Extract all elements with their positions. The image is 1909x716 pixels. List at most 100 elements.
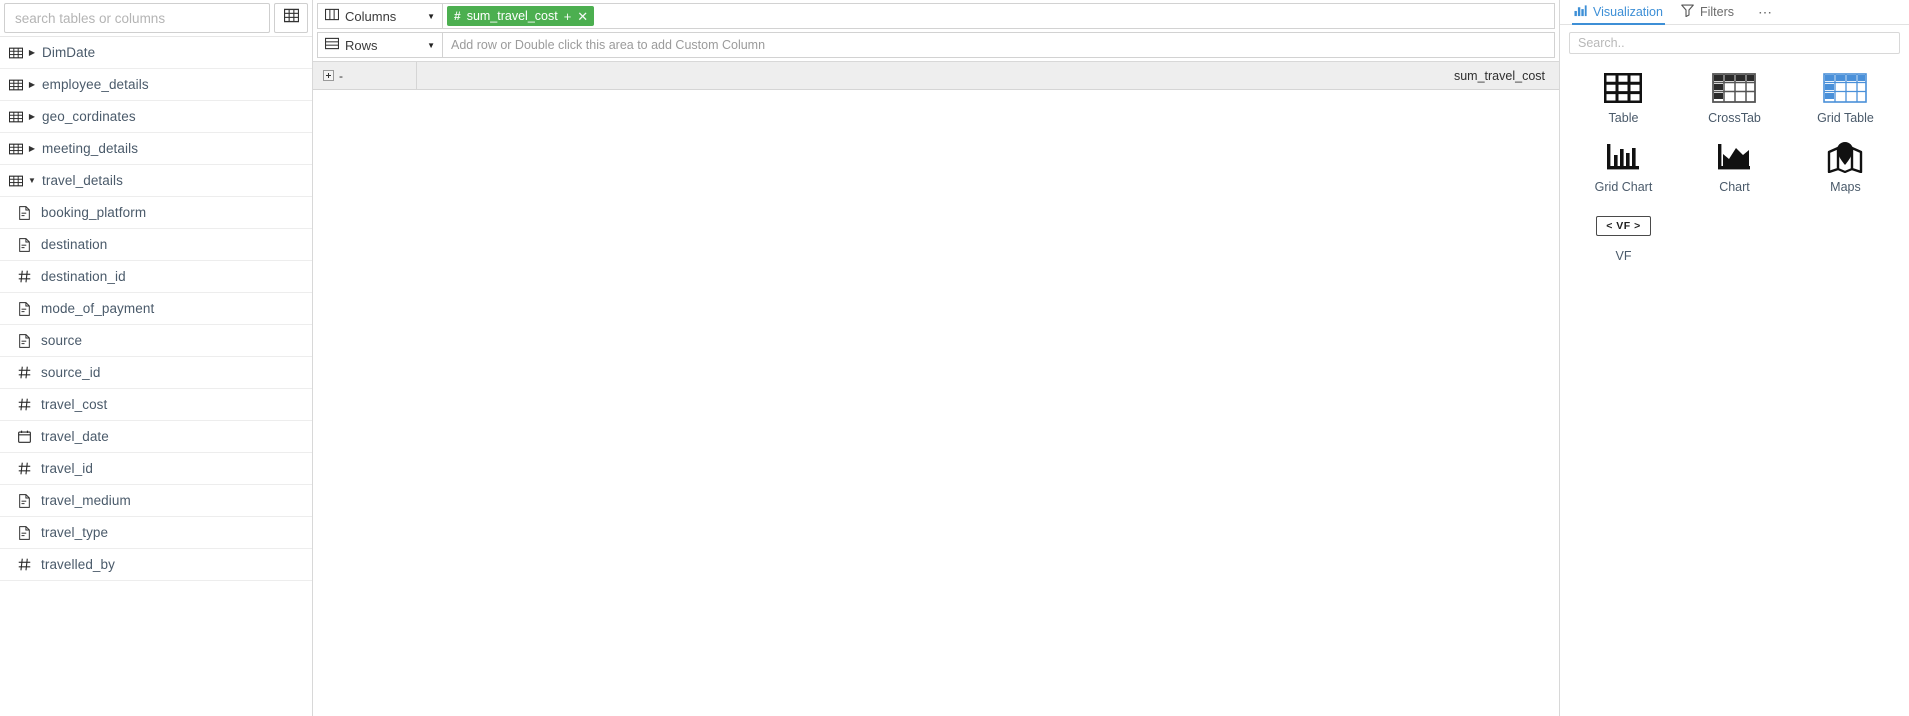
- search-input[interactable]: [15, 10, 259, 26]
- pivot-table-body[interactable]: [313, 90, 1559, 716]
- viz-option-crosstab[interactable]: CrossTab: [1679, 66, 1790, 135]
- tree-item-label: travel_medium: [41, 493, 131, 508]
- viz-option-label: Grid Table: [1817, 111, 1874, 125]
- chevron-down-icon[interactable]: ▼: [26, 176, 38, 185]
- document-icon: [16, 525, 32, 541]
- chip-label: sum_travel_cost: [466, 9, 558, 23]
- hash-icon: [16, 461, 32, 477]
- tree-item-label: travelled_by: [41, 557, 115, 572]
- pivot-table: - sum_travel_cost: [313, 61, 1559, 716]
- viz-option-label: VF: [1615, 249, 1632, 263]
- hash-icon: [16, 397, 32, 413]
- search-box[interactable]: [4, 3, 270, 33]
- tree-item-label: travel_details: [42, 173, 123, 188]
- table-icon: [8, 109, 24, 125]
- measure-chip-sum-travel-cost[interactable]: # sum_travel_cost + ✕: [447, 6, 595, 26]
- rows-shelf-label: Rows: [345, 37, 378, 53]
- columns-shelf-label: Columns: [345, 8, 397, 24]
- vf-icon: < VF >: [1596, 210, 1651, 242]
- tree-item-column[interactable]: destination_id: [0, 261, 312, 293]
- viz-option-chart[interactable]: Chart: [1679, 135, 1790, 204]
- grid-icon: [283, 8, 299, 28]
- viz-option-vf[interactable]: < VF > VF: [1568, 204, 1679, 273]
- tree-item-column[interactable]: source_id: [0, 357, 312, 389]
- tree-item-column[interactable]: mode_of_payment: [0, 293, 312, 325]
- columns-shelf-label-button[interactable]: Columns ▼: [317, 3, 442, 29]
- tree-item-column[interactable]: travel_id: [0, 453, 312, 485]
- tree-item-column[interactable]: booking_platform: [0, 197, 312, 229]
- viz-option-label: Chart: [1719, 180, 1750, 194]
- tree-item-column[interactable]: travel_type: [0, 517, 312, 549]
- chevron-right-icon[interactable]: ▶: [26, 112, 38, 121]
- viz-option-maps[interactable]: Maps: [1790, 135, 1901, 204]
- table-tree[interactable]: ▶ DimDate ▶ employee_details ▶ geo_cordi…: [0, 36, 312, 716]
- map-pin-icon: [1826, 141, 1864, 173]
- viz-option-label: CrossTab: [1708, 111, 1761, 125]
- tree-item-column[interactable]: destination: [0, 229, 312, 261]
- pivot-table-header: - sum_travel_cost: [313, 62, 1559, 90]
- right-panel-tabs: Visualization Filters ⋯: [1560, 0, 1909, 25]
- tree-item-table[interactable]: ▶ geo_cordinates: [0, 101, 312, 133]
- viz-option-grid-chart[interactable]: Grid Chart: [1568, 135, 1679, 204]
- tree-item-label: travel_date: [41, 429, 109, 444]
- document-icon: [16, 237, 32, 253]
- workspace-pane: Columns ▼ # sum_travel_cost + ✕ Rows ▼ A…: [313, 0, 1560, 716]
- pivot-corner-cell[interactable]: -: [313, 62, 417, 89]
- tree-item-label: source_id: [41, 365, 101, 380]
- rows-shelf-label-button[interactable]: Rows ▼: [317, 32, 442, 58]
- viz-search-input[interactable]: [1578, 36, 1891, 50]
- chevron-right-icon[interactable]: ▶: [26, 144, 38, 153]
- expand-box-icon[interactable]: [323, 70, 334, 81]
- tree-item-column[interactable]: travel_medium: [0, 485, 312, 517]
- tree-item-column[interactable]: source: [0, 325, 312, 357]
- tree-item-label: source: [41, 333, 83, 348]
- tree-item-table[interactable]: ▶ meeting_details: [0, 133, 312, 165]
- tree-item-label: DimDate: [42, 45, 96, 60]
- columns-shelf-dropzone[interactable]: # sum_travel_cost + ✕: [442, 3, 1555, 29]
- tree-item-label: destination: [41, 237, 108, 252]
- chevron-right-icon[interactable]: ▶: [26, 48, 38, 57]
- viz-option-table[interactable]: Table: [1568, 66, 1679, 135]
- shelf-container: Columns ▼ # sum_travel_cost + ✕ Rows ▼ A…: [313, 0, 1559, 61]
- tree-item-label: geo_cordinates: [42, 109, 136, 124]
- tree-item-label: employee_details: [42, 77, 149, 92]
- rows-icon: [324, 37, 340, 53]
- chip-remove-icon[interactable]: ✕: [577, 10, 588, 23]
- tree-item-table[interactable]: ▶ DimDate: [0, 37, 312, 69]
- chevron-down-icon[interactable]: ▼: [427, 12, 435, 21]
- document-icon: [16, 205, 32, 221]
- crosstab-icon: [1712, 72, 1757, 104]
- right-panel: Visualization Filters ⋯ Search.. Table C…: [1560, 0, 1909, 716]
- chevron-right-icon[interactable]: ▶: [26, 80, 38, 89]
- rows-shelf-dropzone[interactable]: Add row or Double click this area to add…: [442, 32, 1555, 58]
- viz-option-grid-table[interactable]: Grid Table: [1790, 66, 1901, 135]
- tree-item-label: mode_of_payment: [41, 301, 155, 316]
- chip-add-icon[interactable]: +: [564, 10, 572, 23]
- tab-visualization-label: Visualization: [1593, 5, 1663, 19]
- sidebar-search-row: [0, 0, 312, 36]
- tab-filters-label: Filters: [1699, 5, 1734, 19]
- bar-chart-icon: [1605, 141, 1641, 173]
- more-options-icon[interactable]: ⋯: [1748, 0, 1783, 24]
- tab-visualization[interactable]: Visualization: [1570, 0, 1677, 25]
- pivot-measure-header[interactable]: sum_travel_cost: [417, 62, 1559, 89]
- tree-item-column[interactable]: travel_cost: [0, 389, 312, 421]
- grid-toggle-button[interactable]: [274, 3, 308, 33]
- funnel-icon: [1681, 4, 1694, 20]
- chevron-down-icon[interactable]: ▼: [427, 41, 435, 50]
- calendar-icon: [16, 429, 32, 445]
- tree-item-column[interactable]: travel_date: [0, 421, 312, 453]
- document-icon: [16, 333, 32, 349]
- tree-item-table-expanded[interactable]: ▼ travel_details: [0, 165, 312, 197]
- data-sidebar: ▶ DimDate ▶ employee_details: [0, 0, 313, 716]
- grid-table-icon: [1823, 72, 1868, 104]
- tree-item-table[interactable]: ▶ employee_details: [0, 69, 312, 101]
- hash-icon: [16, 269, 32, 285]
- viz-search-box[interactable]: [1569, 32, 1900, 54]
- columns-shelf: Columns ▼ # sum_travel_cost + ✕: [317, 3, 1555, 29]
- tree-item-column[interactable]: travelled_by: [0, 549, 312, 581]
- chart-bar-icon: [1574, 4, 1587, 20]
- tab-filters[interactable]: Filters: [1677, 0, 1748, 24]
- rows-shelf-placeholder: Add row or Double click this area to add…: [451, 38, 766, 52]
- app-root: ▶ DimDate ▶ employee_details: [0, 0, 1909, 716]
